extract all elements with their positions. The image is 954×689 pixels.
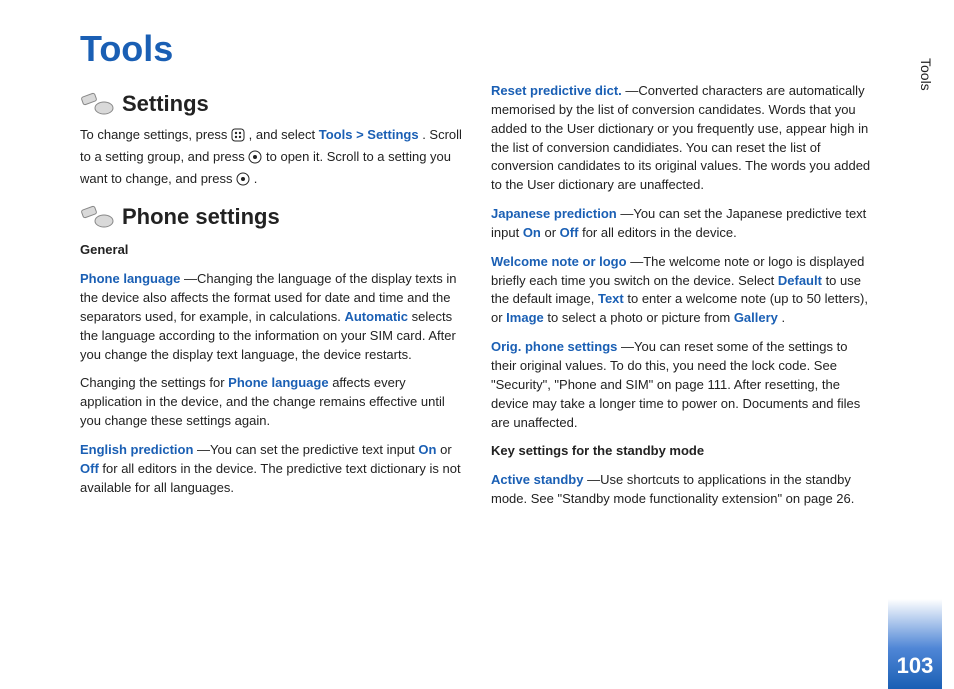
automatic-label: Automatic [344,309,408,324]
text: to select a photo or picture from [547,310,733,325]
text-label: Text [598,291,624,306]
select-key-icon [236,172,250,192]
welcome-note-label: Welcome note or logo [491,254,627,269]
phone-language-inline: Phone language [228,375,328,390]
select-key-icon [248,150,262,170]
phone-language-label: Phone language [80,271,180,286]
body-columns: Settings To change settings, press , and… [80,82,874,513]
text: , and select [249,127,319,142]
text: for all editors in the device. The predi… [80,461,461,495]
orig-phone-settings-para: Orig. phone settings —You can reset some… [491,338,874,432]
section-settings-title: Settings [122,88,209,120]
off-label: Off [560,225,579,240]
text: . [782,310,786,325]
text: or [440,442,452,457]
reset-predictive-para: Reset predictive dict. —Converted charac… [491,82,874,195]
text: —You can set the predictive text input [197,442,418,457]
key-standby-heading: Key settings for the standby mode [491,442,874,461]
welcome-note-para: Welcome note or logo —The welcome note o… [491,253,874,328]
menu-path: Tools > Settings [319,127,419,142]
text: . [254,171,258,186]
active-standby-para: Active standby —Use shortcuts to applica… [491,471,874,509]
phone-language-para: Phone language —Changing the language of… [80,270,463,364]
japanese-prediction-para: Japanese prediction —You can set the Jap… [491,205,874,243]
section-phone-settings-title: Phone settings [122,201,280,233]
chapter-title: Tools [80,28,874,70]
reset-predictive-label: Reset predictive dict. [491,83,622,98]
text: or [545,225,560,240]
section-phone-settings-row: Phone settings [80,201,463,233]
settings-tool-icon [80,92,114,116]
japanese-prediction-label: Japanese prediction [491,206,617,221]
page-number-tab: 103 [888,599,942,689]
on-label: On [418,442,436,457]
image-label: Image [506,310,544,325]
text: To change settings, press [80,127,231,142]
active-standby-label: Active standby [491,472,583,487]
section-settings-row: Settings [80,88,463,120]
general-subhead: General [80,241,463,260]
phone-settings-tool-icon [80,205,114,229]
page-number: 103 [897,653,934,679]
orig-phone-settings-label: Orig. phone settings [491,339,617,354]
english-prediction-label: English prediction [80,442,193,457]
text: for all editors in the device. [582,225,737,240]
phone-language-para2: Changing the settings for Phone language… [80,374,463,431]
side-tab: Tools [918,58,934,91]
text: —Converted characters are automatically … [491,83,870,192]
text: Changing the settings for [80,375,228,390]
default-label: Default [778,273,822,288]
gallery-label: Gallery [734,310,778,325]
settings-intro: To change settings, press , and select T… [80,126,463,192]
off-label: Off [80,461,99,476]
menu-key-icon [231,128,245,148]
english-prediction-para: English prediction —You can set the pred… [80,441,463,498]
on-label: On [523,225,541,240]
manual-page: Tools Settings To change settings, press… [0,0,954,640]
